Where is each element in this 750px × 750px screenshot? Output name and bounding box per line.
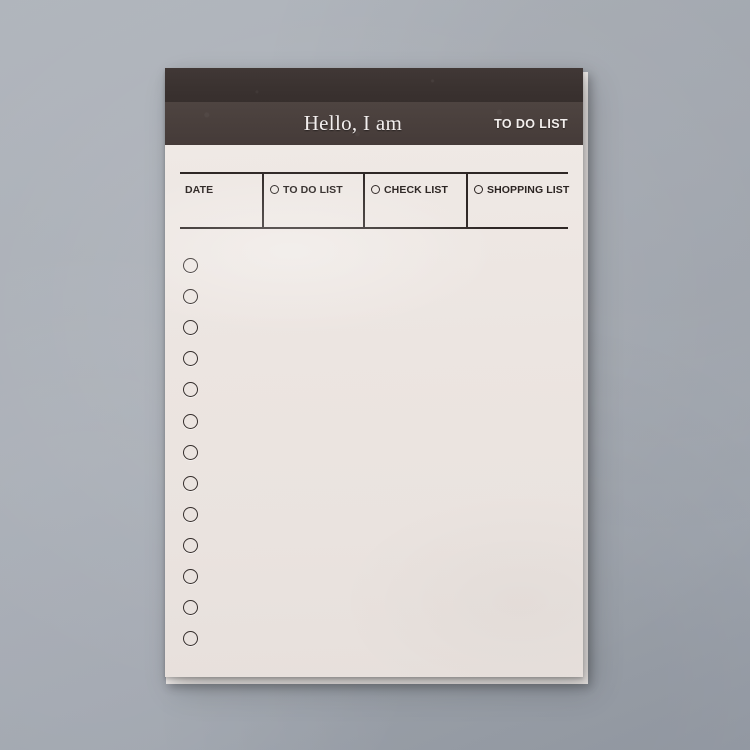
checkbox-circle-icon[interactable] (183, 289, 198, 305)
checklist-row[interactable] (183, 437, 213, 468)
column-label-check-list: CHECK LIST (371, 184, 448, 196)
column-label-todo-list: TO DO LIST (270, 184, 343, 196)
checklist-row[interactable] (183, 405, 213, 436)
checklist-row[interactable] (183, 561, 213, 592)
checkbox-circle-icon[interactable] (183, 506, 198, 522)
table-bottom-rule (180, 227, 568, 229)
checkbox-circle-icon[interactable] (183, 413, 198, 429)
checkbox-circle-icon[interactable] (183, 351, 198, 367)
notepad-paper: DATE TO DO LIST CHECK LIST SHOPPING LIST (165, 145, 583, 677)
checklist-row[interactable] (183, 499, 213, 530)
checkbox-circle-icon[interactable] (183, 320, 198, 336)
column-label-date: DATE (185, 184, 214, 196)
column-label-shopping-list-text: SHOPPING LIST (487, 184, 570, 196)
column-check-list[interactable]: CHECK LIST (363, 174, 466, 227)
column-label-shopping-list: SHOPPING LIST (474, 184, 570, 196)
checkbox-circle-icon[interactable] (183, 382, 198, 398)
checklist-row[interactable] (183, 592, 213, 623)
checklist-row[interactable] (183, 530, 213, 561)
checklist-row[interactable] (183, 281, 213, 312)
checklist-row[interactable] (183, 312, 213, 343)
checklist-row[interactable] (183, 374, 213, 405)
column-shopping-list[interactable]: SHOPPING LIST (466, 174, 570, 227)
column-label-check-list-text: CHECK LIST (384, 184, 448, 196)
column-label-todo-list-text: TO DO LIST (283, 184, 343, 196)
checklist-column (183, 250, 213, 654)
checkbox-circle-icon[interactable] (183, 537, 198, 553)
checklist-row[interactable] (183, 250, 213, 281)
checkbox-circle-icon[interactable] (183, 600, 198, 616)
column-date[interactable]: DATE (180, 174, 262, 227)
column-todo-list[interactable]: TO DO LIST (262, 174, 363, 227)
radio-circle-icon[interactable] (270, 184, 279, 194)
header-band-upper (165, 68, 583, 102)
checklist-row[interactable] (183, 623, 213, 654)
photo-scene: Hello, I am TO DO LIST DATE TO DO LIST C… (0, 0, 750, 750)
checkbox-circle-icon[interactable] (183, 258, 198, 274)
radio-circle-icon[interactable] (371, 184, 380, 194)
notepad: Hello, I am TO DO LIST DATE TO DO LIST C… (165, 68, 583, 677)
checklist-row[interactable] (183, 343, 213, 374)
table-header-row: DATE TO DO LIST CHECK LIST SHOPPING LIST (180, 174, 570, 227)
header-kicker-label: TO DO LIST (494, 116, 568, 131)
checkbox-circle-icon[interactable] (183, 475, 198, 491)
category-table: DATE TO DO LIST CHECK LIST SHOPPING LIST (180, 172, 570, 229)
radio-circle-icon[interactable] (474, 184, 483, 194)
checkbox-circle-icon[interactable] (183, 568, 198, 584)
notepad-header: Hello, I am TO DO LIST (165, 102, 583, 145)
checkbox-circle-icon[interactable] (183, 631, 198, 647)
page-title: Hello, I am (303, 111, 403, 135)
checkbox-circle-icon[interactable] (183, 444, 198, 460)
checklist-row[interactable] (183, 468, 213, 499)
